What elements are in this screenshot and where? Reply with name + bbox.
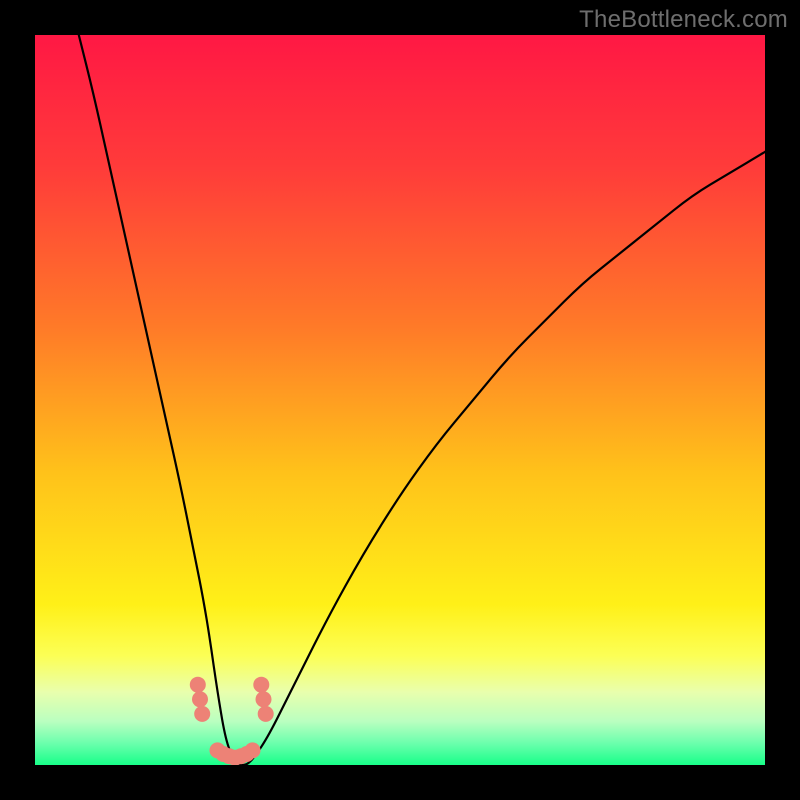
valley-marker [192,691,208,707]
valley-marker [245,742,261,758]
valley-marker [194,706,210,722]
valley-marker [256,691,272,707]
valley-marker [190,677,206,693]
valley-marker [258,706,274,722]
bottleneck-curve [79,35,765,765]
valley-marker [253,677,269,693]
valley-markers [190,677,274,765]
plot-area [35,35,765,765]
watermark-text: TheBottleneck.com [579,6,788,34]
outer-frame: TheBottleneck.com [0,0,800,800]
curve-svg [35,35,765,765]
